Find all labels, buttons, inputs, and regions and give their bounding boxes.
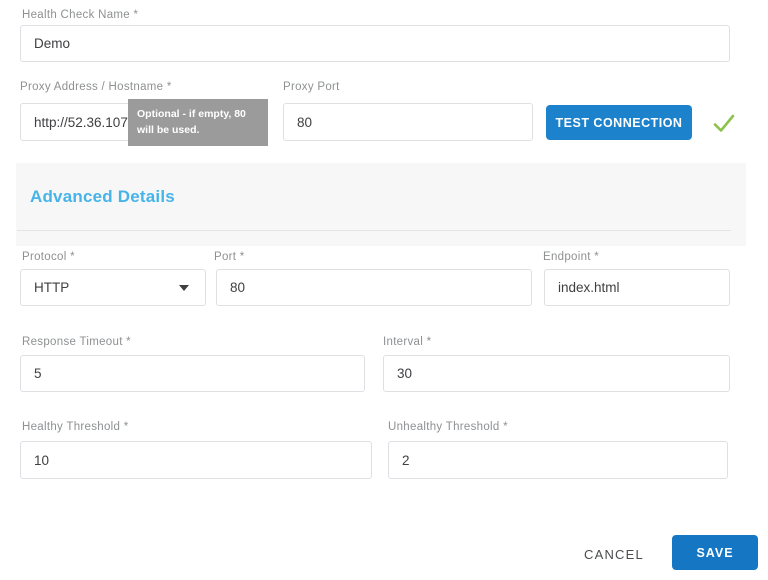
healthy-threshold-label: Healthy Threshold * <box>22 421 129 433</box>
caret-down-icon <box>179 285 189 291</box>
protocol-selected-value: HTTP <box>34 280 69 295</box>
health-check-form: Health Check Name * Proxy Address / Host… <box>0 0 768 580</box>
proxy-port-tooltip: Optional - if empty, 80 will be used. <box>128 99 268 146</box>
health-check-name-label: Health Check Name * <box>22 9 138 21</box>
response-timeout-label: Response Timeout * <box>22 336 131 348</box>
protocol-select[interactable]: HTTP <box>20 269 206 306</box>
tooltip-text: Optional - if empty, 80 will be used. <box>137 108 246 136</box>
proxy-address-label: Proxy Address / Hostname * <box>20 81 172 93</box>
port-input[interactable] <box>216 269 532 306</box>
section-divider <box>17 230 731 231</box>
cancel-button[interactable]: CANCEL <box>578 543 650 566</box>
healthy-threshold-input[interactable] <box>20 441 372 479</box>
test-connection-button[interactable]: TEST CONNECTION <box>546 105 692 140</box>
interval-input[interactable] <box>383 355 730 392</box>
advanced-details-heading: Advanced Details <box>30 187 175 207</box>
unhealthy-threshold-label: Unhealthy Threshold * <box>388 421 508 433</box>
advanced-details-panel: Advanced Details <box>16 163 746 246</box>
save-button[interactable]: SAVE <box>672 535 758 570</box>
unhealthy-threshold-input[interactable] <box>388 441 728 479</box>
proxy-port-input[interactable] <box>283 103 533 141</box>
endpoint-input[interactable] <box>544 269 730 306</box>
check-icon <box>710 109 738 137</box>
health-check-name-input[interactable] <box>20 25 730 62</box>
response-timeout-input[interactable] <box>20 355 365 392</box>
port-label: Port * <box>214 251 245 263</box>
proxy-port-label: Proxy Port <box>283 81 340 93</box>
endpoint-label: Endpoint * <box>543 251 599 263</box>
interval-label: Interval * <box>383 336 431 348</box>
protocol-label: Protocol * <box>22 251 75 263</box>
